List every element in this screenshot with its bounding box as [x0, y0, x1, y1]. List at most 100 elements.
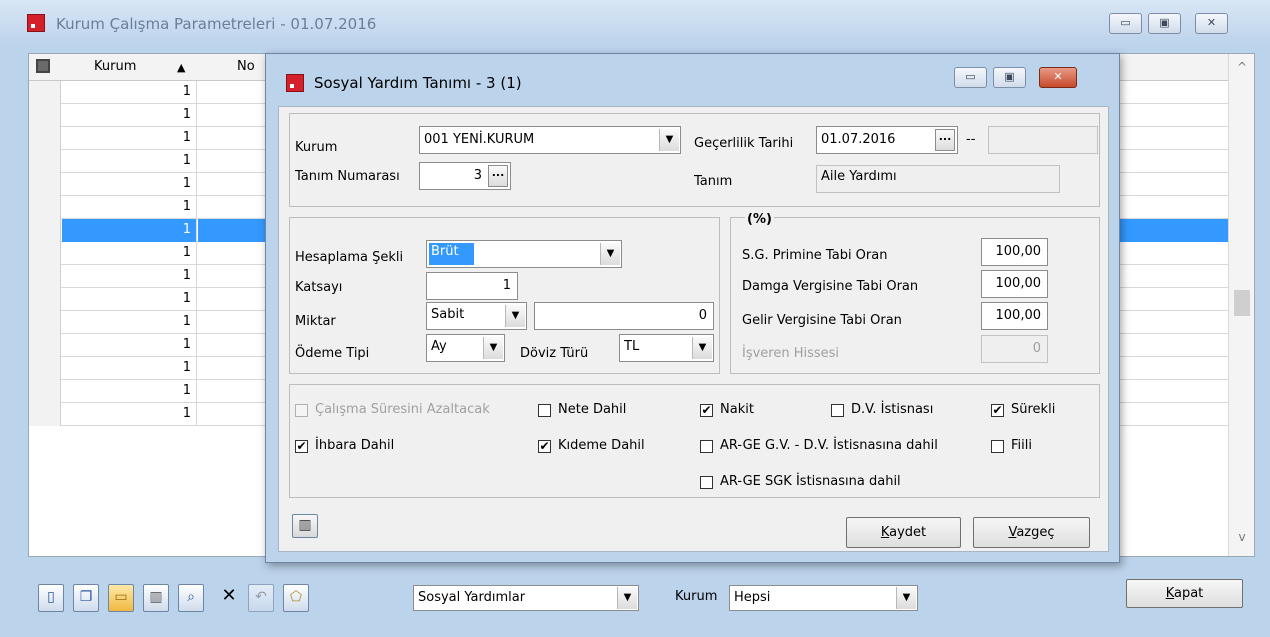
- columns-icon[interactable]: ▥: [292, 514, 318, 538]
- checkbox-dv-istisnasi[interactable]: [831, 404, 844, 417]
- cell-kurum[interactable]: 1: [62, 265, 197, 288]
- row-selector[interactable]: [29, 242, 61, 265]
- kaydet-button[interactable]: Kaydet: [846, 517, 961, 548]
- scroll-down-icon[interactable]: v: [1229, 530, 1255, 544]
- select-all-icon[interactable]: [36, 59, 50, 73]
- cell-kurum[interactable]: 1: [62, 311, 197, 334]
- checkbox-label-nakit: Nakit: [720, 402, 754, 417]
- new-icon[interactable]: ▯: [38, 584, 64, 612]
- checkbox-arge-sgk[interactable]: [700, 476, 713, 489]
- row-selector[interactable]: [29, 81, 61, 104]
- checkbox-label-arge-sgk: AR-GE SGK İstisnasına dahil: [720, 474, 901, 489]
- doviz-turu-select[interactable]: TL ▼: [619, 334, 714, 362]
- miktar-amount-field[interactable]: 0: [534, 302, 714, 330]
- shape-icon[interactable]: ⬠: [283, 584, 309, 612]
- cell-kurum[interactable]: 1: [62, 380, 197, 403]
- damga-vergisi-field[interactable]: 100,00: [981, 270, 1048, 298]
- cell-kurum[interactable]: 1: [62, 127, 197, 150]
- close-kapat-button[interactable]: Kapat: [1126, 579, 1243, 608]
- gecerlilik-label: Geçerlilik Tarihi: [694, 136, 794, 151]
- row-selector[interactable]: [29, 357, 61, 380]
- vazgec-button[interactable]: Vazgeç: [973, 517, 1090, 548]
- row-selector[interactable]: [29, 104, 61, 127]
- row-selector[interactable]: [29, 150, 61, 173]
- end-date-field: [988, 126, 1098, 154]
- tanim-lookup-button[interactable]: ...: [488, 165, 508, 187]
- cell-kurum[interactable]: 1: [62, 81, 197, 104]
- checkbox-ihbara[interactable]: ✔: [295, 440, 308, 453]
- sg-primine-label: S.G. Primine Tabi Oran: [742, 248, 888, 263]
- preview-icon[interactable]: ⌕: [178, 584, 204, 612]
- chevron-down-icon[interactable]: ▼: [896, 587, 916, 609]
- kurum-select[interactable]: 001 YENİ.KURUM ▼: [419, 126, 681, 154]
- chevron-down-icon[interactable]: ▼: [505, 305, 525, 327]
- gelir-vergisi-field[interactable]: 100,00: [981, 302, 1048, 330]
- dialog-minimize-button[interactable]: ▭: [954, 67, 987, 88]
- checkbox-arge-gv[interactable]: [700, 440, 713, 453]
- grid-vertical-scrollbar[interactable]: ^ v: [1228, 54, 1254, 556]
- chevron-down-icon[interactable]: ▼: [600, 243, 620, 265]
- checkbox-label-surekli: Sürekli: [1011, 402, 1056, 417]
- list-type-select[interactable]: Sosyal Yardımlar ▼: [413, 585, 639, 611]
- dialog-restore-button[interactable]: ▣: [993, 67, 1026, 88]
- isveren-hissesi-label: İşveren Hissesi: [742, 346, 840, 361]
- main-minimize-button[interactable]: ▭: [1109, 13, 1142, 34]
- chevron-down-icon[interactable]: ▼: [692, 337, 712, 359]
- checkbox-fiili[interactable]: [991, 440, 1004, 453]
- gecerlilik-value: 01.07.2016: [821, 132, 896, 147]
- cell-kurum[interactable]: 1: [62, 196, 197, 219]
- checkbox-surekli[interactable]: ✔: [991, 404, 1004, 417]
- date-picker-button[interactable]: ...: [935, 129, 955, 151]
- checkbox-calisma: [295, 404, 308, 417]
- katsayi-field[interactable]: 1: [426, 272, 518, 300]
- row-selector[interactable]: [29, 173, 61, 196]
- gecerlilik-date-field[interactable]: 01.07.2016 ...: [816, 126, 958, 154]
- cell-kurum[interactable]: 1: [62, 173, 197, 196]
- chevron-down-icon[interactable]: ▼: [617, 587, 637, 609]
- sg-primine-field[interactable]: 100,00: [981, 238, 1048, 266]
- odeme-tipi-select[interactable]: Ay ▼: [426, 334, 505, 362]
- cell-kurum[interactable]: 1: [62, 288, 197, 311]
- row-selector[interactable]: [29, 265, 61, 288]
- row-selector[interactable]: [29, 311, 61, 334]
- scroll-thumb[interactable]: [1234, 290, 1250, 316]
- copy-icon[interactable]: ❐: [73, 584, 99, 612]
- cell-kurum[interactable]: 1: [62, 150, 197, 173]
- row-selector[interactable]: [29, 219, 61, 242]
- checkbox-label-dv-istisnasi: D.V. İstisnası: [851, 402, 934, 417]
- row-selector[interactable]: [29, 334, 61, 357]
- open-folder-icon[interactable]: ▭: [108, 584, 134, 612]
- scroll-up-icon[interactable]: ^: [1229, 60, 1255, 74]
- checkbox-nete[interactable]: [538, 404, 551, 417]
- undo-icon[interactable]: ↶: [248, 584, 274, 612]
- chevron-down-icon[interactable]: ▼: [659, 129, 679, 151]
- list-type-value: Sosyal Yardımlar: [418, 590, 526, 605]
- column-header-no[interactable]: No: [237, 59, 255, 74]
- delete-icon[interactable]: ▥: [143, 584, 169, 612]
- kurum-label: Kurum: [295, 140, 338, 155]
- dialog-close-button[interactable]: ✕: [1039, 67, 1077, 88]
- row-selector[interactable]: [29, 288, 61, 311]
- row-selector[interactable]: [29, 380, 61, 403]
- cancel-x-icon[interactable]: ✕: [216, 584, 242, 612]
- cell-kurum[interactable]: 1: [62, 403, 197, 426]
- row-selector[interactable]: [29, 196, 61, 219]
- cell-kurum[interactable]: 1: [62, 334, 197, 357]
- tanim-numarasi-field[interactable]: 3 ...: [419, 162, 511, 190]
- checkbox-kideme[interactable]: ✔: [538, 440, 551, 453]
- hesaplama-select[interactable]: Brüt ▼: [426, 240, 622, 268]
- checkbox-label-ihbara: İhbara Dahil: [315, 438, 395, 453]
- cell-kurum[interactable]: 1: [62, 242, 197, 265]
- kurum-filter-select[interactable]: Hepsi ▼: [729, 585, 918, 611]
- column-header-kurum[interactable]: Kurum: [94, 59, 136, 74]
- row-selector[interactable]: [29, 403, 61, 426]
- cell-kurum[interactable]: 1: [62, 357, 197, 380]
- main-restore-button[interactable]: ▣: [1148, 13, 1181, 34]
- miktar-type-select[interactable]: Sabit ▼: [426, 302, 527, 330]
- chevron-down-icon[interactable]: ▼: [483, 337, 503, 359]
- main-close-button[interactable]: ✕: [1195, 13, 1228, 34]
- cell-kurum[interactable]: 1: [62, 219, 197, 242]
- cell-kurum[interactable]: 1: [62, 104, 197, 127]
- row-selector[interactable]: [29, 127, 61, 150]
- checkbox-nakit[interactable]: ✔: [700, 404, 713, 417]
